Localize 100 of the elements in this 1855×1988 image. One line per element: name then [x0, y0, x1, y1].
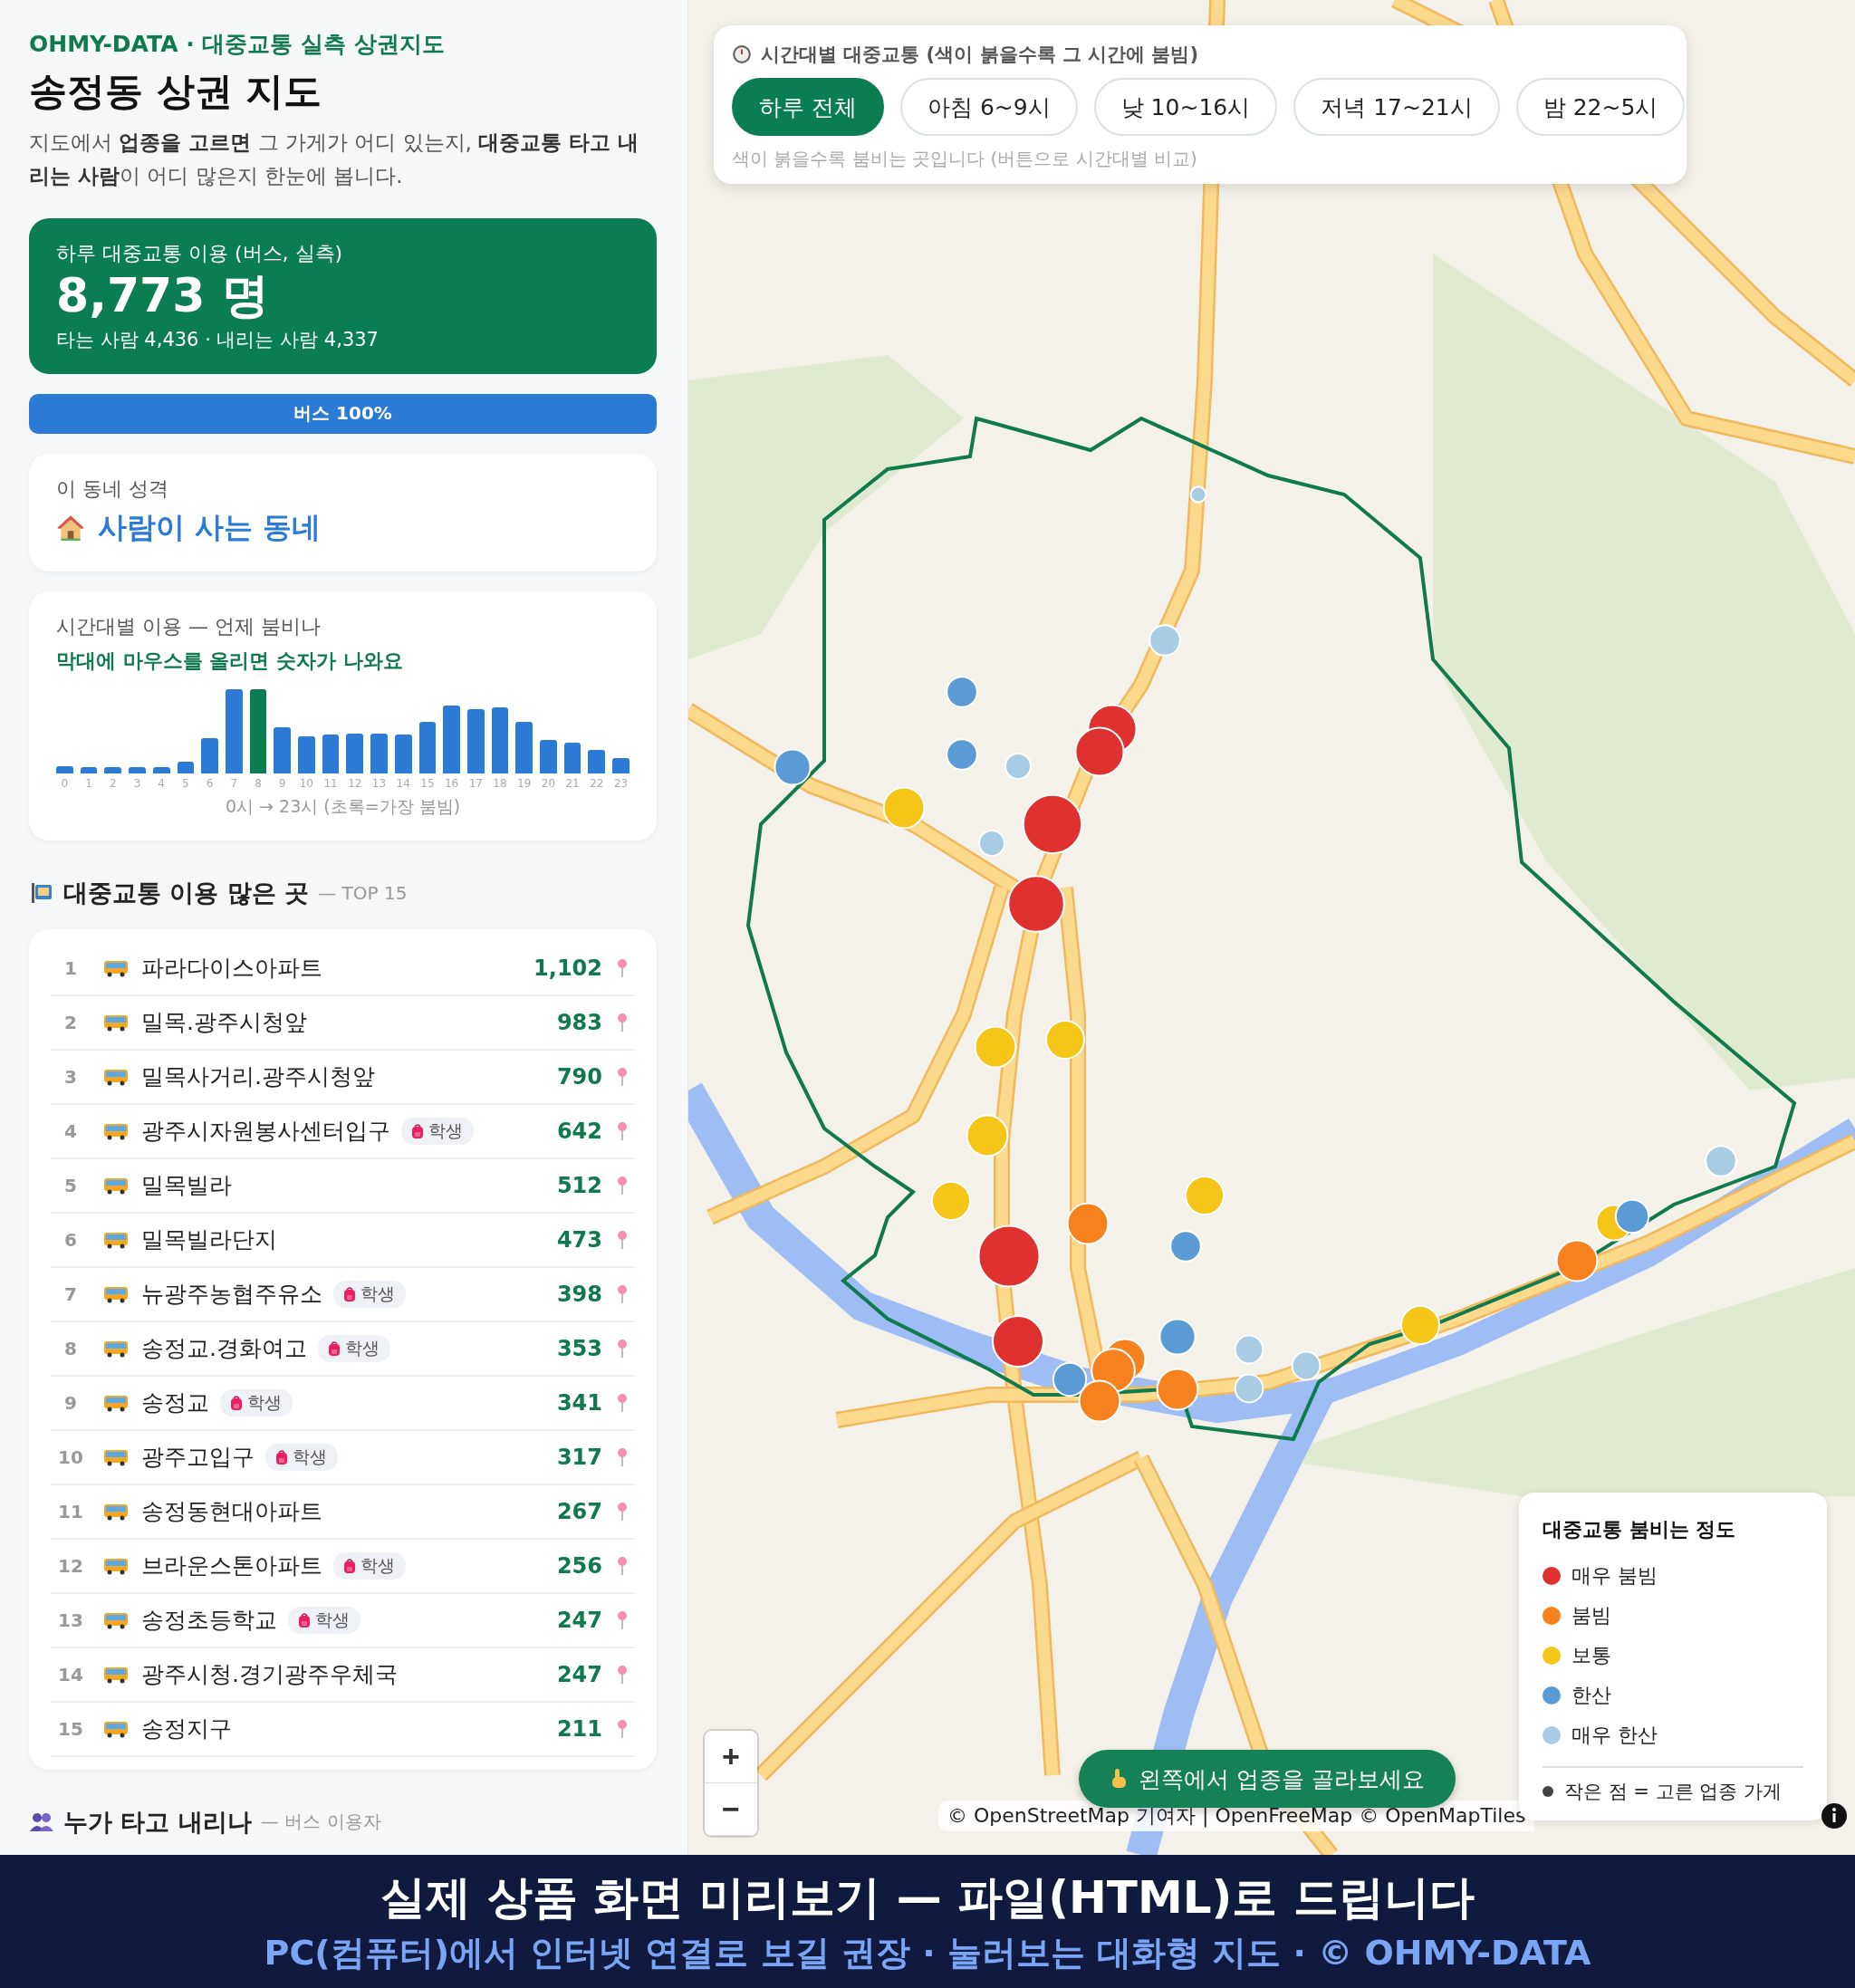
- backpack-icon: [297, 1612, 312, 1628]
- character-label: 이 동네 성격: [56, 476, 169, 502]
- stop-row[interactable]: 4 광주시자원봉사센터입구 학생 642: [51, 1105, 635, 1159]
- time-tab[interactable]: 낮 10~16시: [1093, 78, 1278, 136]
- hour-label: 9: [278, 777, 286, 790]
- hour-bar[interactable]: [515, 722, 533, 773]
- pin-icon[interactable]: [617, 1447, 628, 1467]
- stop-marker[interactable]: [882, 786, 926, 830]
- hour-bar[interactable]: [225, 689, 243, 773]
- stop-marker[interactable]: [931, 1181, 971, 1221]
- rank-number: 6: [63, 1229, 78, 1251]
- legend-label: 보통: [1571, 1643, 1611, 1668]
- hour-bar[interactable]: [346, 734, 364, 773]
- stop-marker[interactable]: [1004, 753, 1032, 780]
- stop-marker[interactable]: [774, 748, 812, 786]
- hour-label: 1: [85, 777, 92, 790]
- time-tab[interactable]: 하루 전체: [732, 78, 884, 136]
- rank-number: 11: [57, 1501, 84, 1522]
- stop-marker[interactable]: [992, 1315, 1044, 1368]
- hour-bar[interactable]: [274, 727, 292, 773]
- bus-icon: [103, 1611, 129, 1629]
- bus-icon: [103, 1013, 129, 1032]
- stop-marker[interactable]: [977, 1224, 1041, 1288]
- stop-marker[interactable]: [1045, 1020, 1085, 1060]
- stop-row[interactable]: 11 송정동현대아파트 267: [51, 1485, 635, 1540]
- stop-row[interactable]: 14 광주시청.경기광주우체국 247: [51, 1648, 635, 1703]
- stop-marker[interactable]: [1007, 875, 1065, 933]
- stop-row[interactable]: 9 송정교 학생 341: [51, 1377, 635, 1431]
- pin-icon[interactable]: [617, 1067, 628, 1087]
- hour-bar[interactable]: [588, 750, 606, 773]
- pin-icon[interactable]: [617, 1284, 628, 1304]
- pin-icon[interactable]: [617, 1339, 628, 1359]
- hour-bar[interactable]: [104, 767, 122, 773]
- stop-row[interactable]: 15 송정지구 211: [51, 1703, 635, 1757]
- hour-bar[interactable]: [322, 735, 340, 773]
- hour-bar[interactable]: [491, 707, 509, 773]
- stop-marker[interactable]: [1189, 485, 1207, 504]
- hour-bar[interactable]: [563, 743, 581, 773]
- hour-bar[interactable]: [249, 689, 267, 773]
- pin-icon[interactable]: [617, 1610, 628, 1630]
- hour-label: 2: [109, 777, 117, 790]
- zoom-button[interactable]: +: [705, 1731, 757, 1783]
- hour-bar[interactable]: [177, 762, 195, 773]
- stop-marker[interactable]: [1078, 1379, 1121, 1423]
- pin-icon[interactable]: [617, 1393, 628, 1413]
- rider-count: 341: [556, 1390, 602, 1416]
- stop-name: 밀목빌라: [141, 1171, 232, 1201]
- hour-bar[interactable]: [80, 767, 98, 773]
- stop-row[interactable]: 12 브라운스톤아파트 학생 256: [51, 1540, 635, 1594]
- stop-marker[interactable]: [1185, 1176, 1225, 1215]
- hour-bar[interactable]: [394, 735, 412, 773]
- time-tab[interactable]: 저녁 17~21시: [1293, 78, 1500, 136]
- pin-icon[interactable]: [617, 1121, 628, 1141]
- stop-marker[interactable]: [1022, 793, 1083, 855]
- stop-row[interactable]: 7 뉴광주농협주유소 학생 398: [51, 1268, 635, 1322]
- stop-marker[interactable]: [1234, 1373, 1264, 1404]
- stop-row[interactable]: 10 광주고입구 학생 317: [51, 1431, 635, 1485]
- hour-label: 7: [230, 777, 238, 790]
- stop-row[interactable]: 5 밀목빌라 512: [51, 1159, 635, 1214]
- stop-marker[interactable]: [1074, 726, 1125, 777]
- pin-icon[interactable]: [617, 1556, 628, 1576]
- pin-icon[interactable]: [617, 1013, 628, 1032]
- pin-icon[interactable]: [617, 958, 628, 978]
- pin-icon[interactable]: [617, 1176, 628, 1196]
- stop-marker[interactable]: [1234, 1334, 1264, 1365]
- stop-marker[interactable]: [966, 1114, 1009, 1157]
- pin-icon[interactable]: [617, 1665, 628, 1685]
- stop-row[interactable]: 13 송정초등학교 학생 247: [51, 1594, 635, 1648]
- stop-row[interactable]: 8 송정교.경화여고 학생 353: [51, 1322, 635, 1377]
- stop-marker[interactable]: [1156, 1368, 1199, 1411]
- hour-label: 21: [565, 777, 580, 790]
- hour-bar[interactable]: [466, 709, 485, 773]
- time-tab[interactable]: 밤 22~5시: [1515, 78, 1686, 136]
- pin-icon[interactable]: [617, 1230, 628, 1250]
- rank-number: 7: [63, 1283, 78, 1305]
- pin-icon[interactable]: [617, 1502, 628, 1522]
- pin-icon[interactable]: [617, 1719, 628, 1739]
- stop-marker[interactable]: [1052, 1361, 1088, 1397]
- stop-marker[interactable]: [1400, 1305, 1440, 1345]
- stop-marker[interactable]: [1158, 1318, 1197, 1356]
- banner-subtitle: PC(컴퓨터)에서 인터넷 연결로 보길 권장 · 눌러보는 대화형 지도 · © OHMY-DATA: [264, 1931, 1591, 1974]
- stop-row[interactable]: 1 파라다이스아파트 1,102: [51, 942, 635, 996]
- tag-label: 학생: [428, 1119, 463, 1142]
- info-icon[interactable]: [1821, 1802, 1848, 1830]
- stop-marker[interactable]: [978, 830, 1005, 857]
- summary-label: 하루 대중교통 이용 (버스, 실측): [56, 240, 344, 266]
- bus-icon: [103, 1394, 129, 1412]
- stop-marker[interactable]: [1066, 1202, 1110, 1245]
- hour-label: 10: [299, 777, 313, 790]
- time-tab[interactable]: 아침 6~9시: [899, 78, 1078, 136]
- stop-marker[interactable]: [1291, 1350, 1322, 1381]
- stop-row[interactable]: 2 밀목.광주시청앞 983: [51, 996, 635, 1051]
- stop-row[interactable]: 6 밀목빌라단지 473: [51, 1214, 635, 1268]
- hour-bar[interactable]: [418, 722, 437, 773]
- stop-row[interactable]: 3 밀목사거리.광주시청앞 790: [51, 1051, 635, 1105]
- stop-marker[interactable]: [974, 1025, 1017, 1069]
- hour-bar[interactable]: [152, 767, 170, 773]
- stop-marker[interactable]: [1614, 1198, 1650, 1234]
- pick-category-button[interactable]: 왼쪽에서 업종을 골라보세요: [1079, 1750, 1456, 1808]
- stop-marker[interactable]: [1555, 1239, 1599, 1282]
